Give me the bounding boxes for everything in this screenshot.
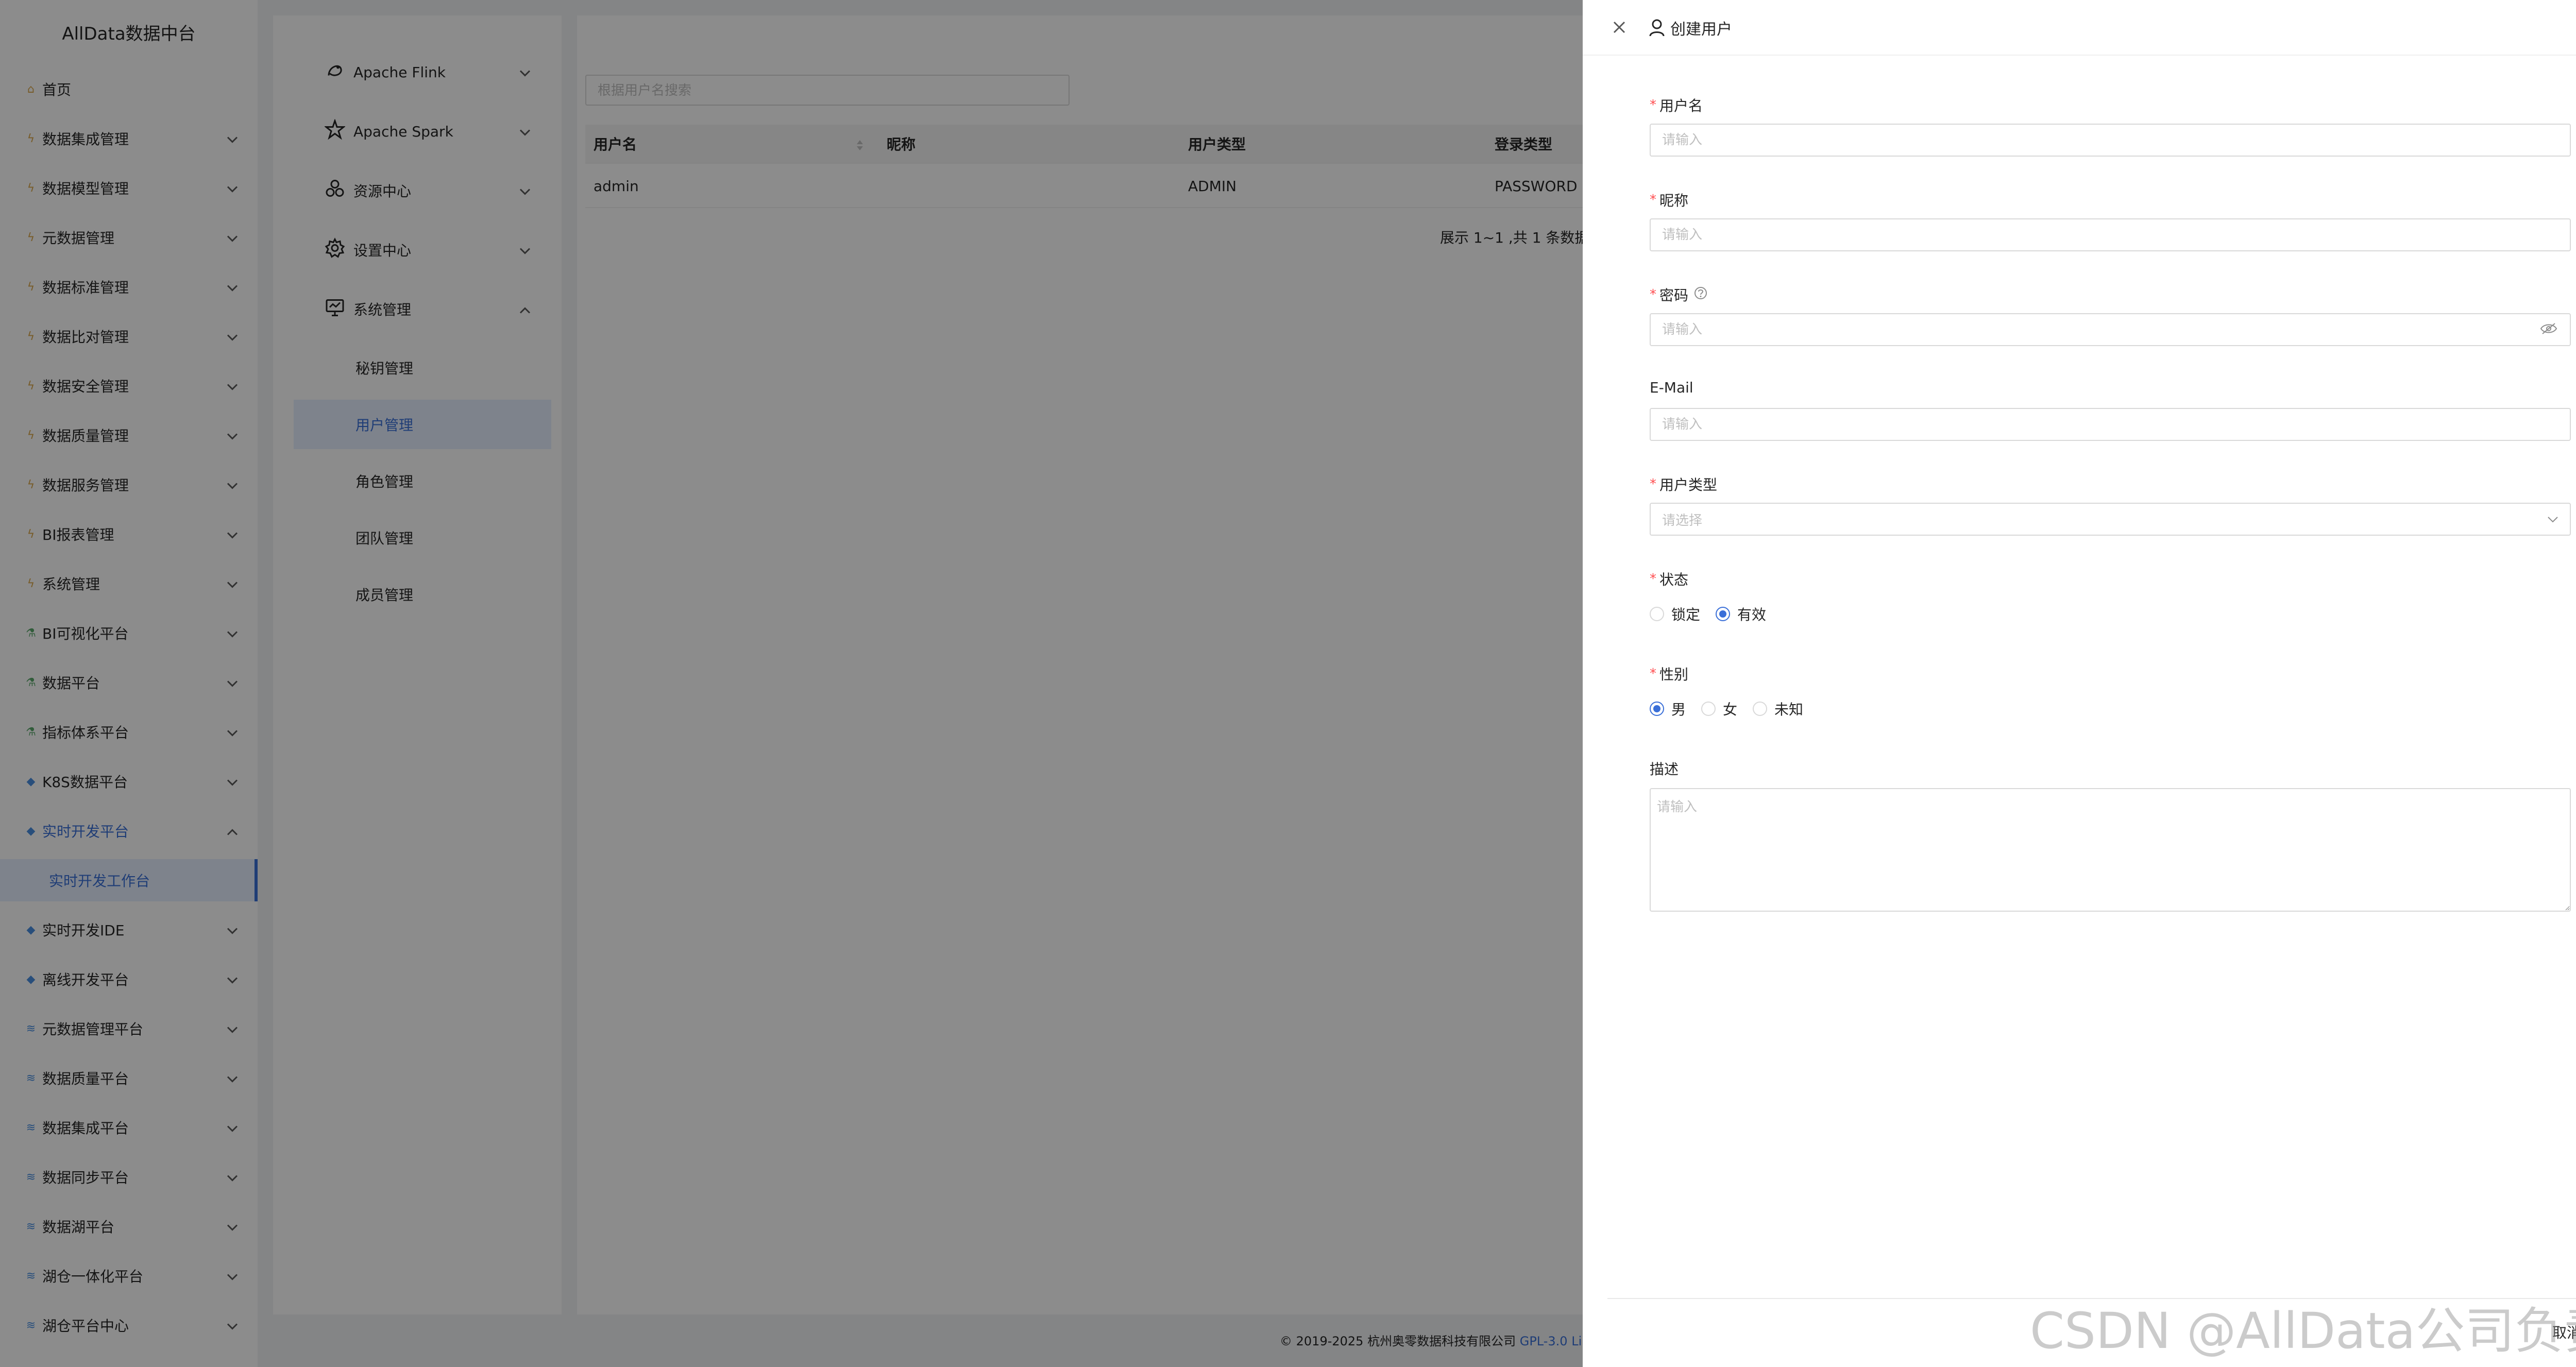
description-label: 描述 bbox=[1650, 761, 1679, 778]
status-radio-locked[interactable]: 锁定 bbox=[1650, 604, 1700, 624]
user-type-label: * 用户类型 bbox=[1650, 476, 1718, 493]
create-user-drawer: 创建用户 * 用户名 * 昵称 * 密码 E-Mail * 用户类型 请选择 *… bbox=[1583, 0, 2576, 1367]
status-radio-active[interactable]: 有效 bbox=[1716, 604, 1766, 624]
required-mark: * bbox=[1650, 287, 1656, 302]
password-input[interactable] bbox=[1650, 313, 2571, 346]
gender-radio-female[interactable]: 女 bbox=[1701, 698, 1737, 719]
drawer-header: 创建用户 bbox=[1583, 0, 2576, 56]
required-mark: * bbox=[1650, 192, 1656, 208]
gender-radio-unknown[interactable]: 未知 bbox=[1753, 698, 1803, 719]
radio-circle bbox=[1753, 702, 1768, 716]
password-label: * 密码 bbox=[1650, 284, 1708, 305]
required-mark: * bbox=[1650, 571, 1656, 587]
radio-circle bbox=[1701, 702, 1716, 716]
chevron-down-icon bbox=[2547, 511, 2558, 527]
gender-radio-male[interactable]: 男 bbox=[1650, 698, 1686, 719]
drawer-title: 创建用户 bbox=[1670, 21, 1732, 39]
username-input[interactable] bbox=[1650, 124, 2571, 157]
gender-label: * 性别 bbox=[1650, 666, 1689, 683]
status-radio-group: 锁定 有效 bbox=[1650, 604, 1782, 624]
status-label: * 状态 bbox=[1650, 571, 1689, 588]
nickname-input[interactable] bbox=[1650, 218, 2571, 251]
radio-circle-checked bbox=[1650, 702, 1664, 716]
required-mark: * bbox=[1650, 97, 1656, 113]
description-textarea[interactable] bbox=[1650, 788, 2571, 912]
user-type-select[interactable]: 请选择 bbox=[1650, 503, 2571, 536]
email-label: E-Mail bbox=[1650, 379, 1693, 396]
radio-circle-checked bbox=[1716, 607, 1731, 621]
eye-invisible-icon[interactable] bbox=[2540, 322, 2557, 337]
user-icon bbox=[1649, 19, 1665, 39]
email-input[interactable] bbox=[1650, 408, 2571, 441]
gender-radio-group: 男 女 未知 bbox=[1650, 698, 1819, 719]
required-mark: * bbox=[1650, 666, 1656, 681]
user-type-placeholder: 请选择 bbox=[1662, 512, 1703, 528]
help-icon[interactable] bbox=[1693, 286, 1708, 304]
required-mark: * bbox=[1650, 476, 1656, 492]
close-icon[interactable] bbox=[1612, 20, 1627, 37]
radio-circle bbox=[1650, 607, 1664, 621]
nickname-label: * 昵称 bbox=[1650, 192, 1689, 209]
username-label: * 用户名 bbox=[1650, 97, 1703, 114]
watermark: CSDN @AllData公司负责人 bbox=[2030, 1302, 2576, 1360]
